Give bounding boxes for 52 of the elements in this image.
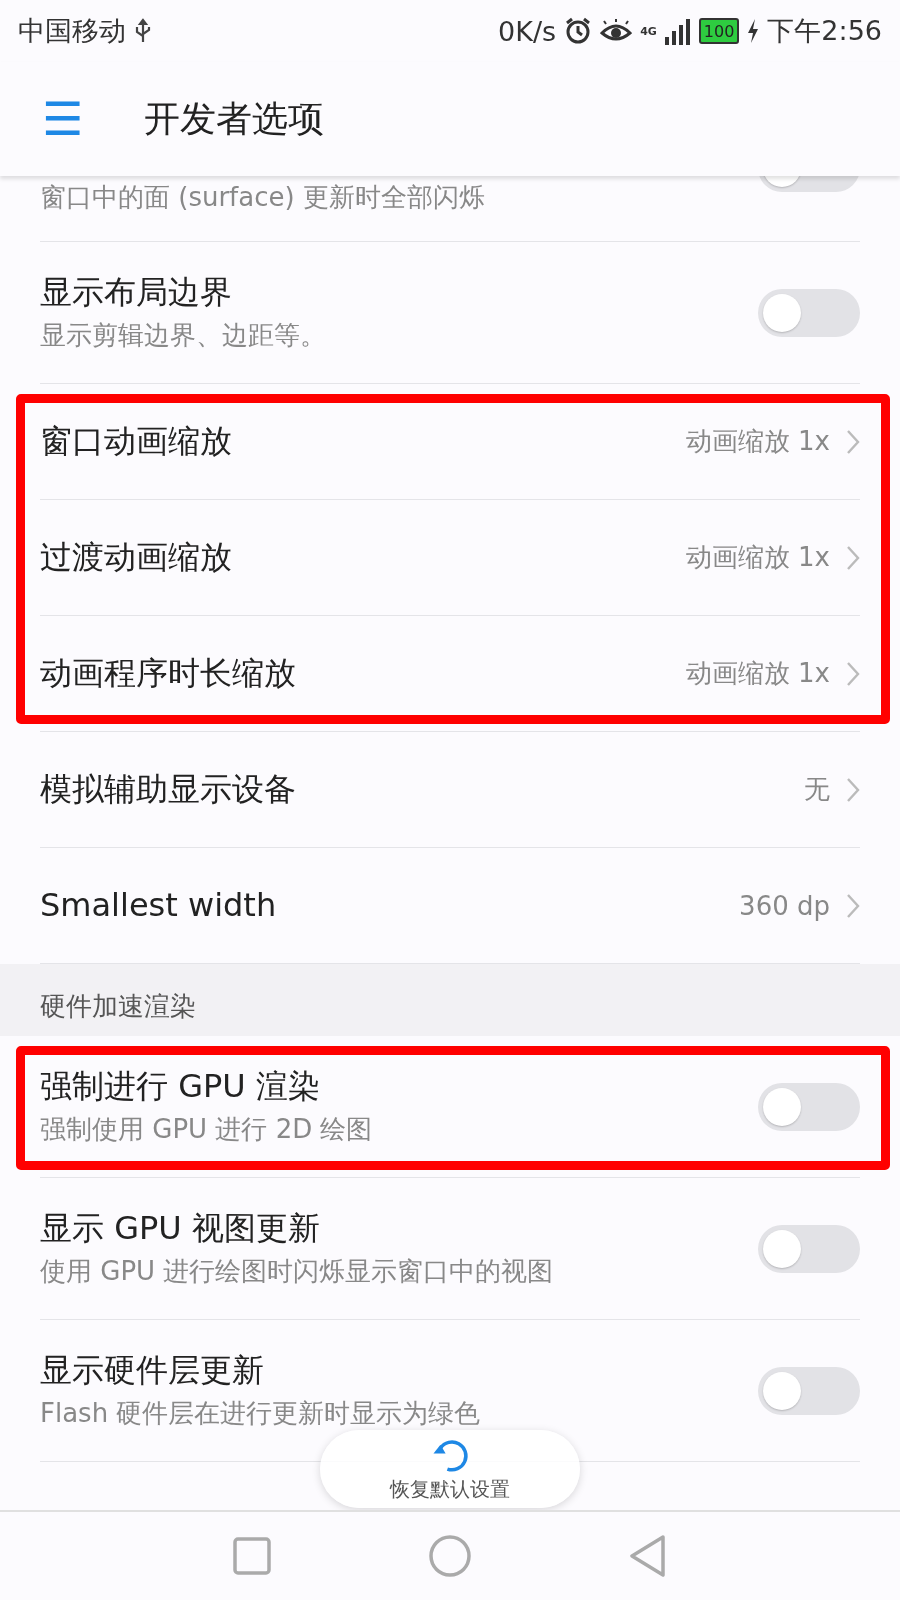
setting-title: 强制进行 GPU 渲染 [40, 1066, 321, 1108]
recents-icon[interactable] [233, 1537, 271, 1575]
setting-value: 动画缩放 1x [685, 657, 830, 690]
toggle-switch[interactable] [758, 1082, 860, 1131]
home-icon[interactable] [429, 1535, 471, 1577]
settings-row[interactable]: 模拟辅助显示设备 无 [40, 732, 860, 848]
setting-description: 窗口中的面 (surface) 更新时全部闪烁 [40, 181, 486, 214]
carrier-name: 中国移动 [18, 14, 126, 48]
settings-row[interactable]: 过渡动画缩放 动画缩放 1x [40, 500, 860, 616]
setting-description: Flash 硬件层在进行更新时显示为绿色 [40, 1396, 482, 1430]
menu-icon[interactable]: ☰ [42, 96, 96, 142]
back-icon[interactable] [629, 1535, 667, 1577]
setting-value: 360 dp [739, 890, 830, 921]
charging-icon [747, 19, 760, 43]
alarm-clock-icon [564, 17, 593, 45]
setting-title: 显示硬件层更新 [40, 1350, 265, 1392]
setting-title: 过渡动画缩放 [40, 536, 233, 578]
section-header: 硬件加速渲染 [0, 964, 900, 1036]
page-title: 开发者选项 [144, 96, 324, 141]
chevron-icon [846, 660, 860, 687]
network-type: 4G [640, 24, 657, 38]
setting-title: 显示 GPU 视图更新 [40, 1208, 321, 1250]
setting-title: 动画程序时长缩放 [40, 652, 297, 694]
usb-icon [134, 18, 152, 44]
setting-title: Smallest width [40, 884, 278, 926]
chevron-icon [846, 544, 860, 571]
settings-row[interactable]: 动画程序时长缩放 动画缩放 1x [40, 616, 860, 732]
toggle-switch[interactable] [758, 1224, 860, 1273]
toggle-switch[interactable] [758, 288, 860, 337]
signal-icon [664, 17, 691, 45]
setting-value: 动画缩放 1x [685, 425, 830, 458]
settings-row[interactable]: 窗口动画缩放 动画缩放 1x [40, 384, 860, 500]
chevron-icon [846, 428, 860, 455]
setting-description: 强制使用 GPU 进行 2D 绘图 [40, 1112, 374, 1146]
setting-title: 窗口动画缩放 [40, 420, 233, 462]
setting-value: 无 [804, 773, 830, 806]
clock-time: 下午2:56 [767, 14, 882, 48]
setting-title: 模拟辅助显示设备 [40, 768, 297, 810]
setting-description: 使用 GPU 进行绘图时闪烁显示窗口中的视图 [40, 1254, 555, 1288]
chevron-icon [846, 776, 860, 803]
settings-row[interactable]: 显示布局边界 显示剪辑边界、边距等。 [40, 242, 860, 384]
battery-icon: 100 [698, 18, 740, 44]
setting-title: 显示布局边界 [40, 272, 233, 314]
restore-defaults-button[interactable]: 恢复默认设置 [320, 1430, 580, 1508]
settings-row[interactable]: 显示 GPU 视图更新 使用 GPU 进行绘图时闪烁显示窗口中的视图 [40, 1178, 860, 1320]
setting-description: 显示剪辑边界、边距等。 [40, 318, 327, 352]
chevron-icon [846, 892, 860, 919]
toggle-switch[interactable] [758, 1366, 860, 1415]
eye-icon [600, 19, 633, 43]
setting-value: 动画缩放 1x [685, 541, 830, 574]
network-speed: 0K/s [498, 15, 557, 47]
settings-row[interactable]: 强制进行 GPU 渲染 强制使用 GPU 进行 2D 绘图 [40, 1036, 860, 1178]
